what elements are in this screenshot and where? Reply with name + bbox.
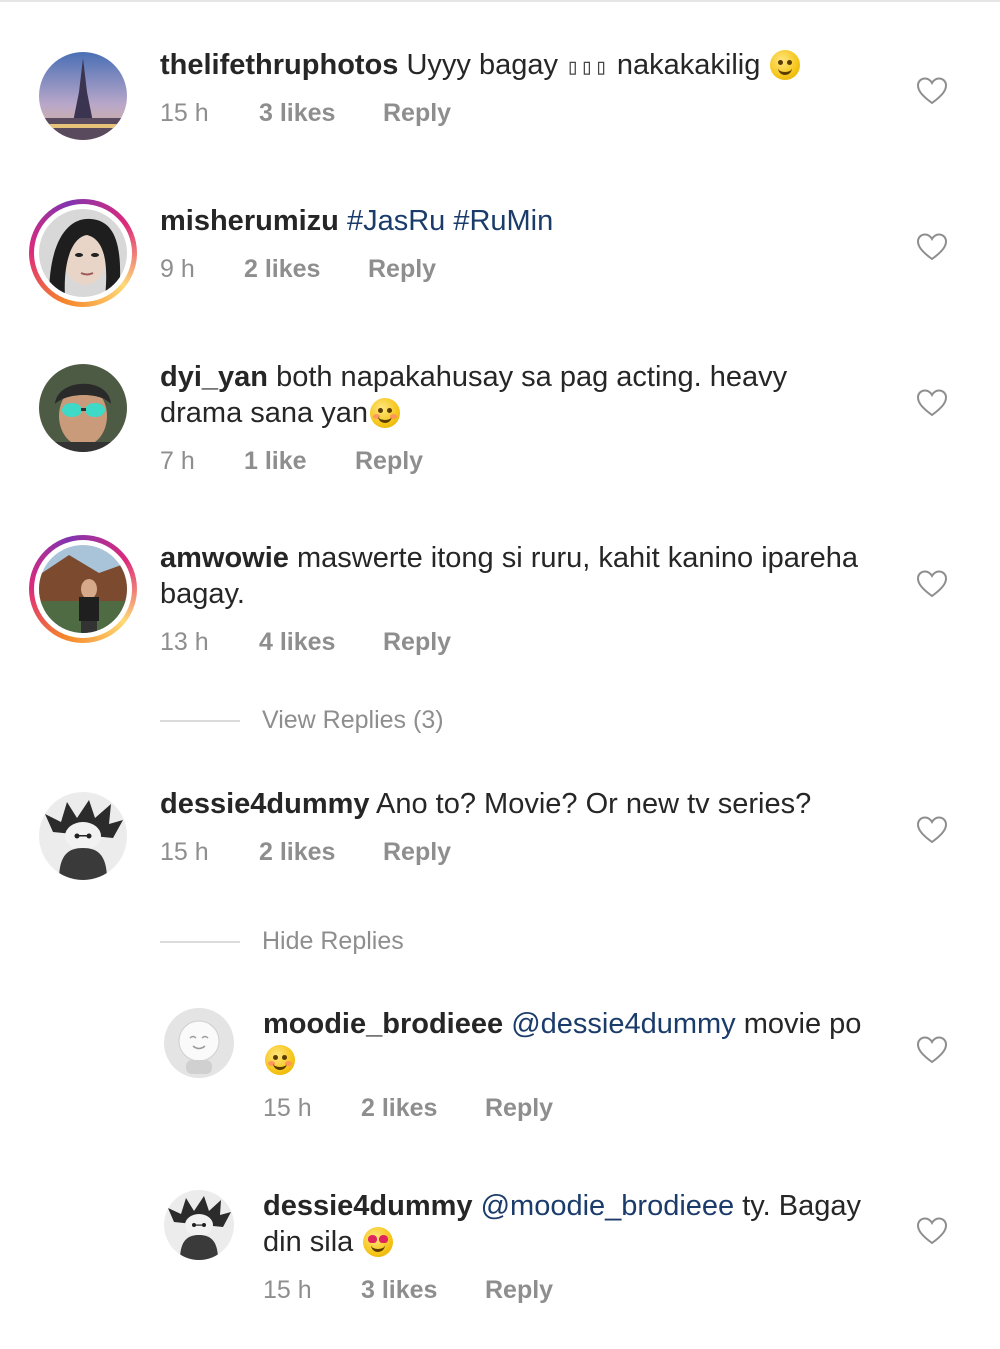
reply-username[interactable]: dessie4dummy <box>263 1190 473 1222</box>
avatar[interactable] <box>39 52 127 140</box>
avatar <box>39 545 127 633</box>
heart-outline-icon[interactable] <box>917 816 947 844</box>
story-ring[interactable] <box>29 535 137 643</box>
heart-outline-icon[interactable] <box>917 570 947 598</box>
replies-divider <box>160 941 240 943</box>
comment-time: 13 h <box>160 628 209 656</box>
smiling-face-with-smiling-eyes-emoji <box>265 1045 295 1075</box>
comment-username[interactable]: thelifethruphotos <box>160 49 398 81</box>
reply-time: 15 h <box>263 1276 312 1304</box>
reply-likes[interactable]: 2 likes <box>361 1094 437 1123</box>
comment-text: misherumizu #JasRu #RuMin <box>160 203 880 239</box>
hashtag-link[interactable]: #JasRu #RuMin <box>347 205 553 237</box>
comment-text: dyi_yan both napakahusay sa pag acting. … <box>160 359 860 431</box>
heart-outline-icon[interactable] <box>917 233 947 261</box>
reply-text: moodie_brodieee @dessie4dummy movie po <box>263 1006 893 1078</box>
avatar[interactable] <box>164 1008 234 1078</box>
reply-username[interactable]: moodie_brodieee <box>263 1008 503 1040</box>
comment-username[interactable]: dessie4dummy <box>160 788 370 820</box>
story-ring[interactable] <box>29 199 137 307</box>
mention-link[interactable]: @moodie_brodieee <box>481 1190 735 1222</box>
comment-likes[interactable]: 4 likes <box>259 628 335 657</box>
comment-body: Ano to? Movie? Or new tv series? <box>376 788 812 820</box>
reply-button[interactable]: Reply <box>485 1276 553 1305</box>
view-replies-button[interactable]: View Replies (3) <box>262 706 444 735</box>
avatar[interactable] <box>39 364 127 452</box>
top-divider <box>0 0 1000 2</box>
comment-likes[interactable]: 1 like <box>244 447 307 476</box>
comment-likes[interactable]: 2 likes <box>244 255 320 284</box>
reply-button[interactable]: Reply <box>383 628 451 657</box>
comment-likes[interactable]: 3 likes <box>259 99 335 128</box>
reply-body: movie po <box>743 1008 862 1040</box>
comment-time: 15 h <box>160 838 209 866</box>
comment-body: Uyyy bagay <box>406 49 558 81</box>
smiling-face-with-smiling-eyes-emoji <box>369 398 400 428</box>
heart-eyes-emoji <box>363 1227 394 1257</box>
comment-username[interactable]: misherumizu <box>160 205 339 237</box>
comment-time: 15 h <box>160 99 209 127</box>
comment-text: amwowie maswerte itong si ruru, kahit ka… <box>160 540 860 612</box>
comment-username[interactable]: dyi_yan <box>160 361 268 393</box>
mention-link[interactable]: @dessie4dummy <box>511 1008 735 1040</box>
comment-text: thelifethruphotos Uyyy bagay ▯▯▯ nakakak… <box>160 47 880 86</box>
comment-time: 9 h <box>160 255 195 283</box>
hide-replies-button[interactable]: Hide Replies <box>262 927 404 956</box>
reply-button[interactable]: Reply <box>368 255 436 284</box>
comment-text: dessie4dummy Ano to? Movie? Or new tv se… <box>160 786 880 822</box>
comment-likes[interactable]: 2 likes <box>259 838 335 867</box>
comment-body-end: nakakakilig <box>616 49 761 81</box>
avatar[interactable] <box>39 792 127 880</box>
reply-button[interactable]: Reply <box>383 99 451 128</box>
heart-outline-icon[interactable] <box>917 389 947 417</box>
avatar <box>39 209 127 297</box>
unrendered-glyphs: ▯▯▯ <box>566 55 609 80</box>
comment-username[interactable]: amwowie <box>160 542 289 574</box>
reply-button[interactable]: Reply <box>485 1094 553 1123</box>
slightly-smiling-face-emoji <box>770 50 801 80</box>
reply-text: dessie4dummy @moodie_brodieee ty. Bagay … <box>263 1188 893 1260</box>
heart-outline-icon[interactable] <box>917 1217 947 1245</box>
heart-outline-icon[interactable] <box>917 1036 947 1064</box>
reply-time: 15 h <box>263 1094 312 1122</box>
avatar[interactable] <box>164 1190 234 1260</box>
reply-button[interactable]: Reply <box>355 447 423 476</box>
replies-divider <box>160 720 240 722</box>
heart-outline-icon[interactable] <box>917 77 947 105</box>
reply-likes[interactable]: 3 likes <box>361 1276 437 1305</box>
reply-button[interactable]: Reply <box>383 838 451 867</box>
comment-time: 7 h <box>160 447 195 475</box>
